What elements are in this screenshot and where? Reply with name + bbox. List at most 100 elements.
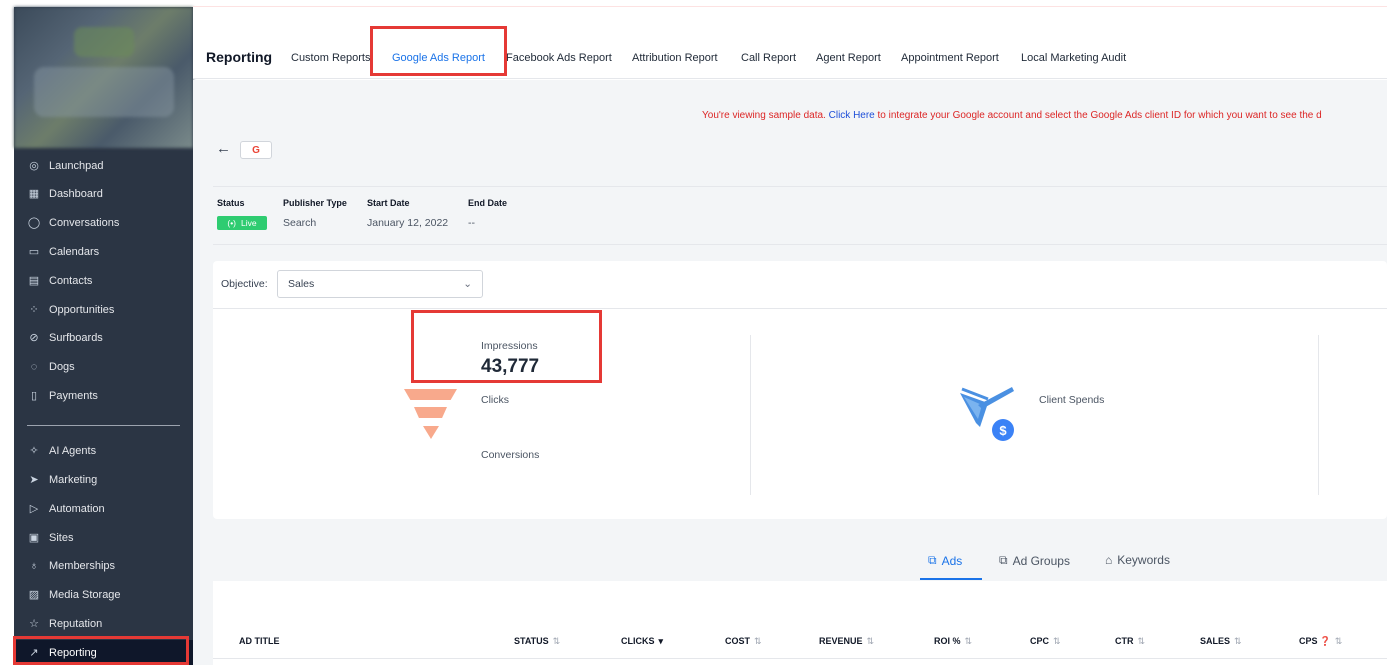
back-arrow-icon[interactable]: ←: [216, 140, 231, 157]
chat-icon: ◯: [27, 217, 41, 229]
clicks-label: Clicks: [481, 394, 509, 406]
meta-divider-top: [213, 186, 1387, 187]
sidebar-item-conversations[interactable]: ◯ Conversations: [14, 210, 193, 236]
end-date-label: End Date: [468, 198, 508, 208]
sidebar: ◎ Launchpad ▦ Dashboard ◯ Conversations ▭ Ca…: [14, 7, 193, 665]
highlight-box-reporting: [13, 636, 189, 665]
sidebar-item-ai-agents[interactable]: ✧ AI Agents: [14, 438, 193, 464]
highlight-box-google-ads-tab: [370, 26, 507, 76]
tab-ads[interactable]: ⧉ Ads: [928, 553, 962, 568]
column-header-cps[interactable]: CPS ❓ ⇅: [1299, 636, 1342, 647]
sort-icon: ⇅: [754, 636, 762, 646]
column-header-ctr[interactable]: CTR ⇅: [1115, 636, 1145, 647]
card-divider: [213, 308, 1387, 309]
chevron-down-icon: ⌄: [463, 278, 472, 290]
end-date-value: --: [468, 217, 475, 229]
client-spends-label: Client Spends: [1039, 394, 1105, 406]
tab-keywords[interactable]: ⌂ Keywords: [1105, 553, 1170, 567]
funnel-clicks-bar: [414, 407, 447, 418]
sidebar-item-sites[interactable]: ▣ Sites: [14, 525, 193, 551]
metric-divider-1: [750, 335, 751, 495]
table-header-divider: [213, 658, 1387, 659]
column-header-cpc[interactable]: CPC ⇅: [1030, 636, 1061, 647]
metrics-card: [213, 261, 1387, 519]
client-spends-icon: $: [960, 387, 1014, 441]
sites-icon: ▣: [28, 532, 40, 544]
column-header-ad-title[interactable]: AD TITLE: [239, 636, 280, 646]
sort-desc-icon: ▾: [658, 636, 664, 646]
sidebar-item-media-storage[interactable]: ▨ Media Storage: [14, 582, 193, 608]
sort-icon: ⇅: [1053, 636, 1061, 646]
payments-icon: ▯: [30, 390, 38, 402]
award-icon: ♁: [29, 560, 39, 572]
publisher-type-label: Publisher Type: [283, 198, 347, 208]
sidebar-item-opportunities[interactable]: ⁘ Opportunities: [14, 297, 193, 323]
help-icon[interactable]: ❓: [1320, 636, 1331, 646]
dog-icon: ◌: [30, 361, 38, 373]
metric-divider-2: [1318, 335, 1319, 495]
surfboard-icon: ⊘: [29, 332, 39, 344]
sidebar-divider: [27, 425, 180, 426]
play-icon: ▷: [29, 503, 39, 515]
objective-label: Objective:: [221, 278, 268, 290]
sidebar-item-calendars[interactable]: ▭ Calendars: [14, 239, 193, 265]
google-icon: G: [240, 141, 272, 159]
sample-data-notice: You're viewing sample data. Click Here t…: [702, 110, 1322, 121]
integrate-link[interactable]: Click Here: [829, 110, 875, 121]
highlight-box-impressions: [411, 310, 602, 383]
status-label: Status: [217, 198, 245, 208]
ads-table: [213, 581, 1387, 665]
column-header-sales[interactable]: SALES ⇅: [1200, 636, 1242, 647]
ad-groups-icon: ⧉: [999, 553, 1008, 567]
tab-appointment-report[interactable]: Appointment Report: [901, 52, 999, 64]
column-header-clicks[interactable]: CLICKS ▾: [621, 636, 663, 647]
image-icon: ▨: [28, 589, 40, 601]
sort-icon: ⇅: [552, 636, 561, 646]
sidebar-item-contacts[interactable]: ▤ Contacts: [14, 268, 193, 294]
sort-icon: ⇅: [1137, 636, 1146, 646]
broadcast-icon: (•): [227, 218, 237, 228]
publisher-type-value: Search: [283, 217, 317, 229]
column-header-cost[interactable]: COST ⇅: [725, 636, 762, 647]
sort-icon: ⇅: [866, 636, 875, 646]
tab-call-report[interactable]: Call Report: [741, 52, 796, 64]
send-icon: ➤: [29, 474, 39, 486]
star-icon: ☆: [29, 618, 39, 630]
column-header-revenue[interactable]: REVENUE ⇅: [819, 636, 874, 647]
tab-local-marketing-audit[interactable]: Local Marketing Audit: [1021, 52, 1126, 64]
column-header-status[interactable]: STATUS ⇅: [514, 636, 560, 647]
sidebar-item-launchpad[interactable]: ◎ Launchpad: [14, 153, 193, 179]
account-logo[interactable]: [14, 7, 193, 148]
sparkle-icon: ✧: [29, 445, 39, 457]
status-badge: (•) Live: [217, 216, 267, 230]
funnel-impressions-bar: [404, 389, 457, 400]
tab-custom-reports[interactable]: Custom Reports: [291, 52, 370, 64]
start-date-label: Start Date: [367, 198, 410, 208]
sidebar-item-surfboards[interactable]: ⊘ Surfboards: [14, 325, 193, 351]
page-title: Reporting: [206, 49, 273, 65]
sidebar-item-automation[interactable]: ▷ Automation: [14, 496, 193, 522]
sort-icon: ⇅: [1334, 636, 1343, 646]
sidebar-item-memberships[interactable]: ♁ Memberships: [14, 553, 193, 579]
meta-divider-bottom: [213, 244, 1387, 245]
sidebar-item-reputation[interactable]: ☆ Reputation: [14, 611, 193, 637]
ads-icon: ⧉: [928, 553, 937, 567]
conversions-label: Conversions: [481, 449, 540, 461]
tab-ad-groups[interactable]: ⧉ Ad Groups: [999, 553, 1070, 568]
opportunities-icon: ⁘: [29, 304, 39, 316]
sidebar-item-dogs[interactable]: ◌ Dogs: [14, 354, 193, 380]
tab-agent-report[interactable]: Agent Report: [816, 52, 881, 64]
svg-text:$: $: [999, 423, 1007, 438]
grid-icon: ▦: [28, 188, 40, 200]
sidebar-item-dashboard[interactable]: ▦ Dashboard: [14, 181, 193, 207]
sort-icon: ⇅: [1234, 636, 1242, 646]
tab-facebook-ads-report[interactable]: Facebook Ads Report: [506, 52, 612, 64]
sidebar-item-payments[interactable]: ▯ Payments: [14, 383, 193, 409]
sidebar-item-marketing[interactable]: ➤ Marketing: [14, 467, 193, 493]
column-header-roi[interactable]: ROI % ⇅: [934, 636, 972, 647]
objective-select[interactable]: Sales ⌄: [277, 270, 483, 298]
active-tab-underline: [920, 578, 982, 580]
contacts-icon: ▤: [28, 275, 40, 287]
calendar-icon: ▭: [28, 246, 40, 258]
tab-attribution-report[interactable]: Attribution Report: [632, 52, 718, 64]
